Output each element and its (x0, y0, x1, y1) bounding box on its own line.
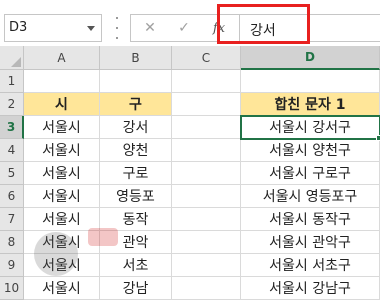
cell-d10[interactable]: 서울시 강남구 (241, 277, 380, 300)
cell-a2[interactable]: 시 (24, 93, 100, 116)
cell-d5[interactable]: 서울시 구로구 (241, 162, 380, 185)
column-header-a[interactable]: A (24, 46, 100, 70)
cell-c7[interactable] (172, 208, 241, 231)
name-box-value: D3 (9, 20, 28, 35)
row-header-6[interactable]: 6 (0, 185, 24, 208)
cell-d4[interactable]: 서울시 양천구 (241, 139, 380, 162)
cell-a6[interactable]: 서울시 (24, 185, 100, 208)
cell-a1[interactable] (24, 70, 100, 93)
cell-d1[interactable] (241, 70, 380, 93)
cell-b4[interactable]: 양천 (100, 139, 172, 162)
cell-a3[interactable]: 서울시 (24, 116, 100, 139)
cell-d9[interactable]: 서울시 서초구 (241, 254, 380, 277)
cell-a7[interactable]: 서울시 (24, 208, 100, 231)
cell-b7[interactable]: 동작 (100, 208, 172, 231)
cell-d7[interactable]: 서울시 동작구 (241, 208, 380, 231)
cell-c2[interactable] (172, 93, 241, 116)
cell-b1[interactable] (100, 70, 172, 93)
cell-b8[interactable]: 관악 (100, 231, 172, 254)
cell-b6[interactable]: 영등포 (100, 185, 172, 208)
select-all-icon (11, 57, 21, 67)
cell-d2[interactable]: 합친 문자 1 (241, 93, 380, 116)
column-header-b[interactable]: B (100, 46, 172, 70)
cell-c10[interactable] (172, 277, 241, 300)
cell-d8[interactable]: 서울시 관악구 (241, 231, 380, 254)
fill-handle[interactable] (376, 135, 380, 141)
column-header-c[interactable]: C (172, 46, 241, 70)
cell-c9[interactable] (172, 254, 241, 277)
column-header-d[interactable]: D (241, 46, 380, 70)
cell-d3[interactable]: 서울시 강서구 (240, 115, 380, 140)
enter-icon[interactable]: ✓ (173, 15, 195, 41)
cell-c8[interactable] (172, 231, 241, 254)
cell-b3[interactable]: 강서 (100, 116, 172, 139)
row-header-8[interactable]: 8 (0, 231, 24, 254)
select-all-corner[interactable] (0, 46, 24, 70)
cell-c4[interactable] (172, 139, 241, 162)
cell-a5[interactable]: 서울시 (24, 162, 100, 185)
cell-b2[interactable]: 구 (100, 93, 172, 116)
cell-a9[interactable]: 서울시 (24, 254, 100, 277)
cell-c3[interactable] (172, 116, 241, 139)
cell-c1[interactable] (172, 70, 241, 93)
chevron-down-icon[interactable] (87, 26, 95, 31)
worksheet-grid: A B C D 1 2 시 구 합친 문자 1 3 서울시 강서 서울시 강서구 4 서울시 양천 서울시 양천… (0, 46, 380, 304)
cell-c6[interactable] (172, 185, 241, 208)
cell-d6[interactable]: 서울시 영등포구 (241, 185, 380, 208)
cell-b5[interactable]: 구로 (100, 162, 172, 185)
cell-c5[interactable] (172, 162, 241, 185)
row-header-10[interactable]: 10 (0, 277, 24, 300)
row-header-4[interactable]: 4 (0, 139, 24, 162)
row-header-3[interactable]: 3 (0, 116, 24, 139)
row-header-7[interactable]: 7 (0, 208, 24, 231)
name-box[interactable]: D3 (4, 14, 102, 42)
drag-handle-icon[interactable] (116, 17, 118, 39)
row-header-9[interactable]: 9 (0, 254, 24, 277)
highlight-box (217, 4, 310, 44)
row-header-5[interactable]: 5 (0, 162, 24, 185)
cell-b10[interactable]: 강남 (100, 277, 172, 300)
cell-a8[interactable]: 서울시 (24, 231, 100, 254)
row-header-1[interactable]: 1 (0, 70, 24, 93)
cancel-icon[interactable]: ✕ (139, 15, 161, 41)
cell-a4[interactable]: 서울시 (24, 139, 100, 162)
cell-b9[interactable]: 서초 (100, 254, 172, 277)
cell-a10[interactable]: 서울시 (24, 277, 100, 300)
row-header-2[interactable]: 2 (0, 93, 24, 116)
